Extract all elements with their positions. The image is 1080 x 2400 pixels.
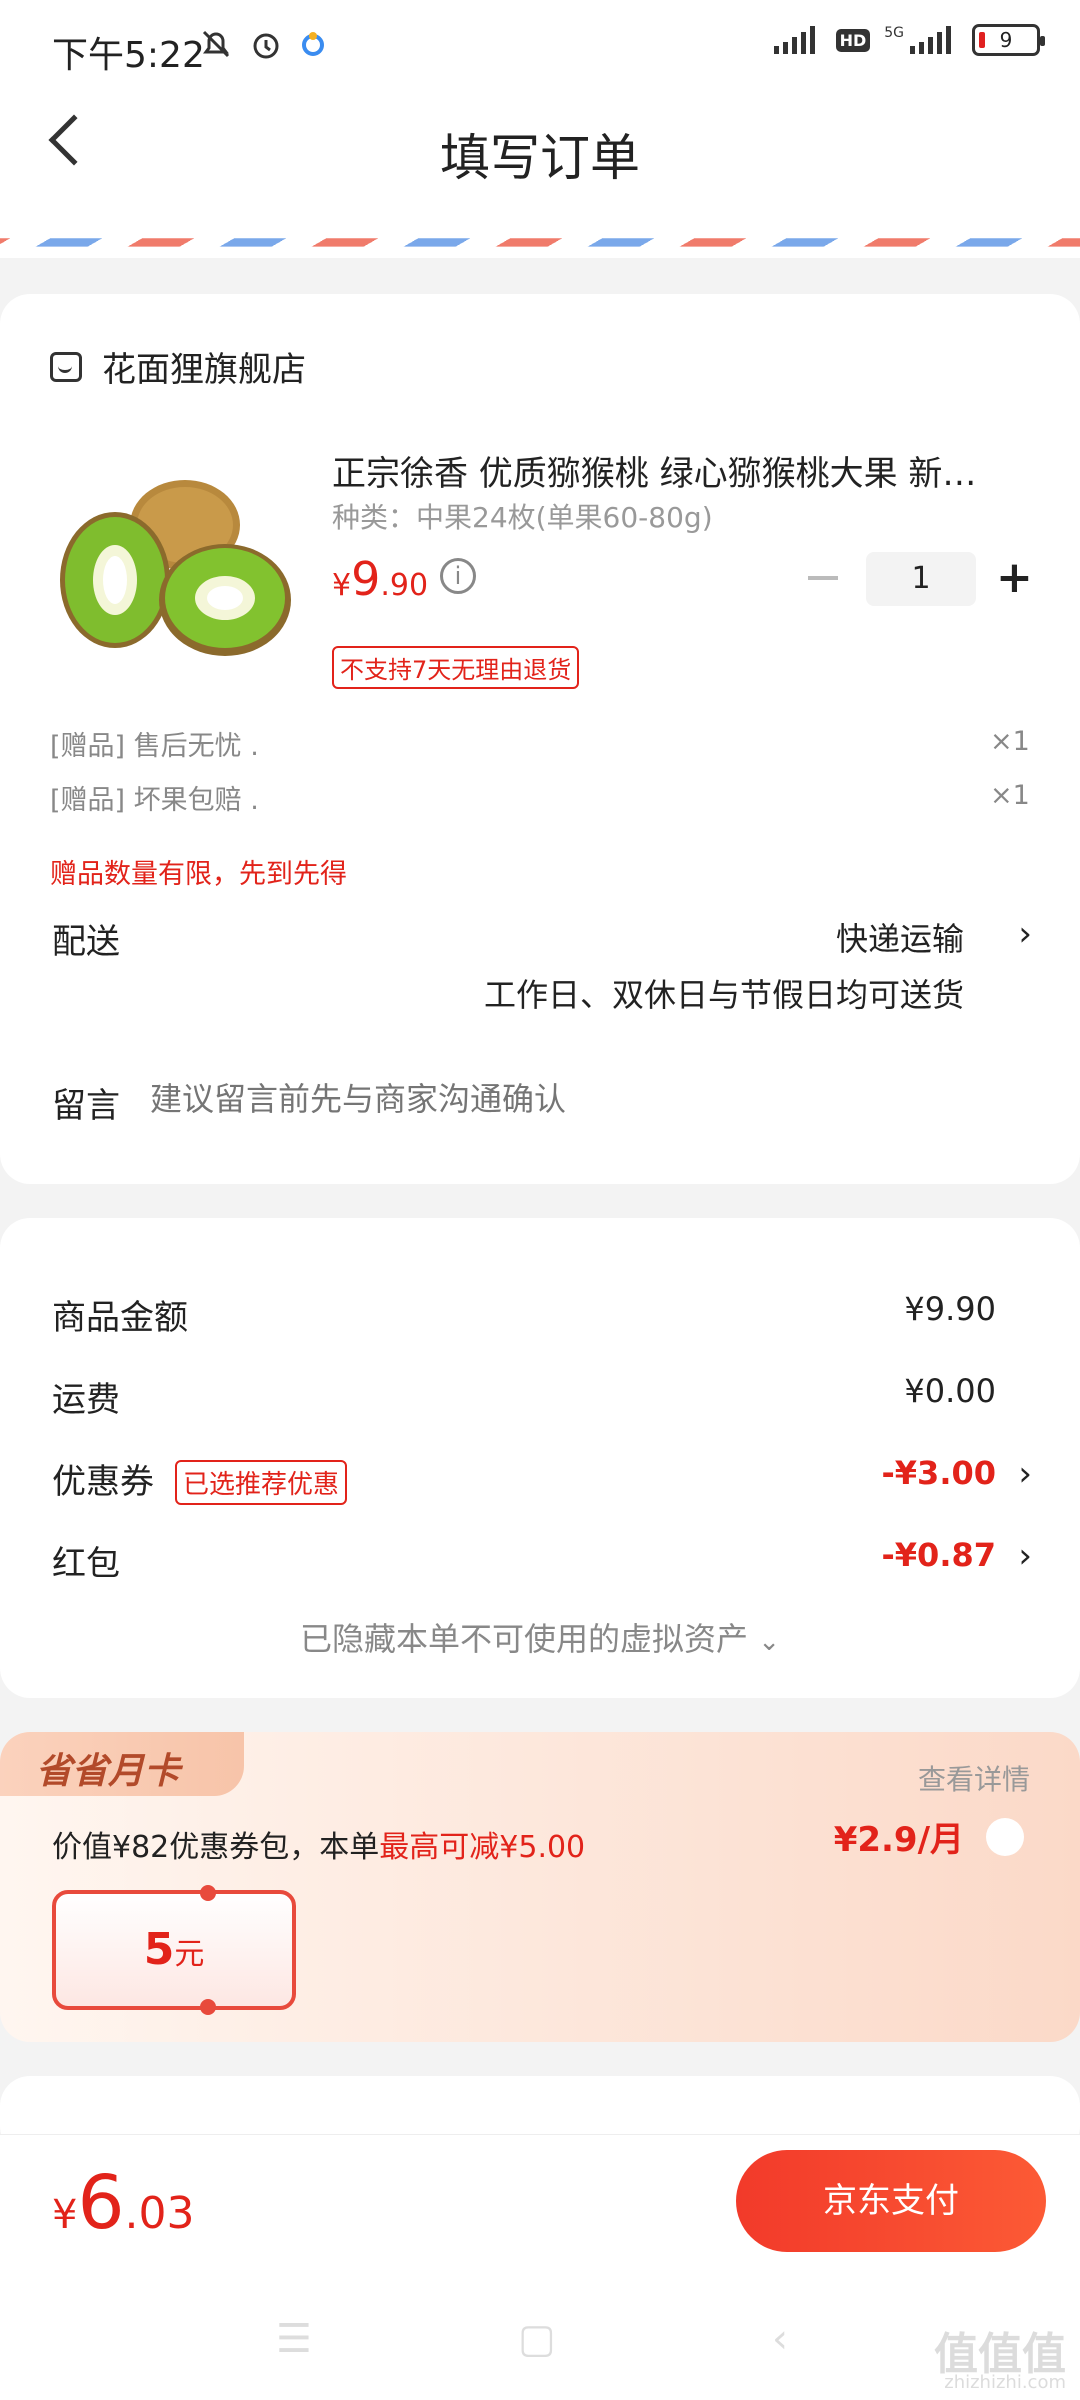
product-name[interactable]: 正宗徐香 优质猕猴桃 绿心猕猴桃大果 新… <box>332 446 1012 495</box>
signal-icon-2 <box>910 26 951 54</box>
network-type-label: 5G <box>884 25 904 41</box>
red-packet-value[interactable]: -¥0.87 <box>882 1536 997 1574</box>
monthly-card-radio[interactable] <box>986 1818 1024 1856</box>
remark-label: 留言 <box>52 1086 120 1126</box>
coupon-chevron-icon[interactable]: › <box>1018 1454 1032 1494</box>
price-info-icon[interactable]: i <box>440 558 476 594</box>
gift-limit-notice: 赠品数量有限，先到先得 <box>50 859 347 890</box>
return-policy-tag: 不支持7天无理由退货 <box>332 646 580 689</box>
goods-amount-label: 商品金额 <box>52 1298 188 1338</box>
back-nav-icon[interactable]: ‹ <box>772 2316 788 2362</box>
shipping-fee-label: 运费 <box>52 1380 120 1420</box>
gift-item-qty: ×1 <box>990 780 1030 811</box>
gift-item-label: [赠品] 售后无忧 . <box>50 731 259 762</box>
battery-level: 9 <box>999 28 1013 52</box>
monthly-card-price: ¥2.9/月 <box>833 1820 964 1860</box>
shipping-fee-value: ¥0.00 <box>904 1372 996 1410</box>
menu-nav-icon[interactable]: ☰ <box>276 2316 312 2362</box>
product-price: ¥9.90 <box>332 552 429 606</box>
coupon-recommended-tag: 已选推荐优惠 <box>175 1460 348 1505</box>
hidden-assets-toggle[interactable]: 已隐藏本单不可使用的虚拟资产 ⌄ <box>0 1614 1080 1660</box>
product-image[interactable] <box>55 480 295 660</box>
delivery-label: 配送 <box>52 922 120 962</box>
remark-input[interactable] <box>150 1080 950 1118</box>
status-time: 下午5:22 <box>52 35 205 76</box>
red-packet-chevron-icon[interactable]: › <box>1018 1536 1032 1576</box>
monthly-card-description: 价值¥82优惠券包，本单最高可减¥5.00 <box>52 1830 586 1865</box>
hidden-assets-text: 已隐藏本单不可使用的虚拟资产 <box>300 1620 749 1658</box>
monthly-card-coupon: 5元 <box>52 1885 296 2015</box>
watermark-url: zhizhizhi.com <box>944 2372 1066 2393</box>
address-stripe-divider <box>0 228 1080 258</box>
battery-icon: 9 <box>972 24 1045 56</box>
monthly-card-badge: 省省月卡 <box>0 1732 244 1796</box>
red-packet-label: 红包 <box>52 1544 120 1584</box>
home-nav-icon[interactable]: ▢ <box>518 2316 556 2362</box>
coupon-value[interactable]: -¥3.00 <box>882 1454 997 1492</box>
delivery-method[interactable]: 快递运输 <box>836 914 964 960</box>
bell-off-icon <box>202 30 230 58</box>
delivery-note: 工作日、双休日与节假日均可送货 <box>483 976 964 1014</box>
monthly-card-detail-link[interactable]: 查看详情 <box>918 1758 1030 1798</box>
hd-icon: HD <box>835 28 871 52</box>
signal-icon <box>773 26 815 54</box>
status-left-icons <box>198 26 328 62</box>
chevron-down-icon: ⌄ <box>758 1627 780 1657</box>
delivery-chevron-icon[interactable]: › <box>1018 914 1032 954</box>
coupon-label: 优惠券 <box>52 1462 154 1502</box>
status-bar: 下午5:22 HD 5G 9 <box>0 0 1080 100</box>
gift-item-qty: ×1 <box>990 726 1030 757</box>
alarm-icon <box>253 33 279 59</box>
quantity-field[interactable]: 1 <box>866 552 976 606</box>
quantity-increase-button[interactable]: + <box>996 553 1033 603</box>
goods-amount-value: ¥9.90 <box>904 1290 996 1328</box>
app-notification-icon <box>302 32 324 56</box>
order-total: ¥6.03 <box>52 2160 195 2246</box>
store-icon <box>50 352 82 382</box>
page-title: 填写订单 <box>440 129 640 187</box>
quantity-decrease-button[interactable] <box>808 576 838 580</box>
status-right-icons: HD 5G 9 <box>772 24 1045 56</box>
store-name[interactable]: 花面狸旗舰店 <box>102 342 306 391</box>
jd-pay-button[interactable]: 京东支付 <box>736 2150 1046 2252</box>
product-spec[interactable]: 种类：中果24枚(单果60-80g) <box>332 496 713 536</box>
gift-item-label: [赠品] 坏果包赔 . <box>50 785 259 816</box>
